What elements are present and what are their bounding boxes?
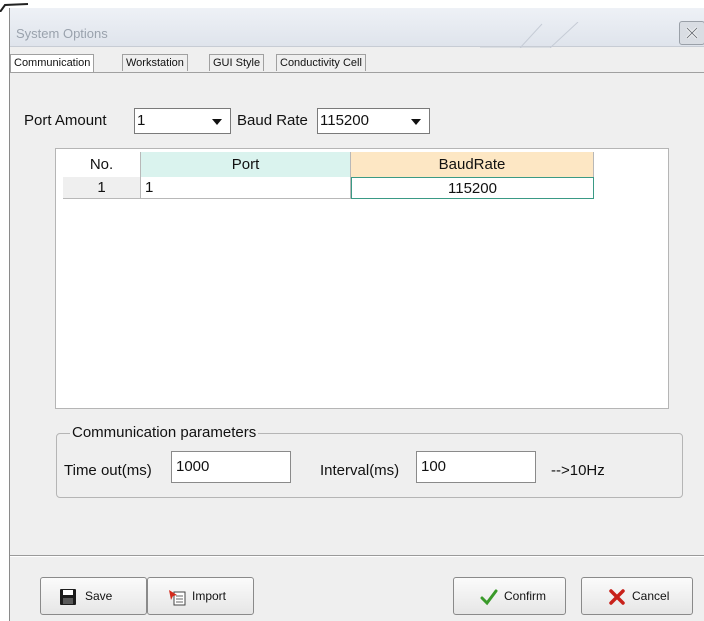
confirm-button[interactable]: Confirm — [453, 577, 566, 615]
grid-row-1-port[interactable]: 1 — [141, 177, 351, 199]
port-amount-value: 1 — [137, 112, 146, 129]
timeout-input[interactable]: 1000 — [171, 451, 291, 483]
interval-label: Interval(ms) — [320, 462, 400, 479]
interval-input[interactable]: 100 — [416, 451, 536, 483]
system-options-window: System Options Communication Workstation… — [9, 8, 704, 621]
save-button-label: Save — [85, 589, 113, 603]
port-amount-select[interactable]: 1 — [134, 108, 231, 134]
baud-rate-select[interactable]: 115200 — [317, 108, 430, 134]
close-icon — [686, 27, 698, 39]
port-amount-label: Port Amount — [24, 112, 107, 129]
title-decoration — [480, 22, 579, 48]
tab-workstation[interactable]: Workstation — [122, 54, 188, 71]
tab-workstation-label: Workstation — [126, 57, 184, 69]
grid-row-1-no[interactable]: 1 — [63, 177, 141, 199]
grid-header-baudrate[interactable]: BaudRate — [351, 152, 594, 177]
grid-header-port[interactable]: Port — [141, 152, 351, 177]
footer-divider-highlight — [10, 556, 704, 557]
save-button[interactable]: Save — [40, 577, 147, 615]
import-button[interactable]: Import — [147, 577, 254, 615]
tab-communication[interactable]: Communication — [10, 54, 95, 72]
grid-row-1-baudrate[interactable]: 115200 — [351, 177, 594, 199]
title-bar[interactable]: System Options — [10, 8, 704, 48]
chevron-down-icon — [212, 119, 222, 125]
tab-gui-style[interactable]: GUI Style — [209, 54, 265, 71]
tab-conductivity-cell[interactable]: Conductivity Cell — [276, 54, 366, 71]
tab-conductivity-cell-label: Conductivity Cell — [280, 57, 362, 69]
confirm-button-label: Confirm — [504, 589, 547, 603]
import-button-label: Import — [192, 589, 227, 603]
communication-parameters-title: Communication parameters — [70, 424, 259, 441]
cancel-button-label: Cancel — [632, 589, 670, 603]
close-button[interactable] — [679, 21, 704, 45]
tab-gui-style-label: GUI Style — [213, 57, 261, 69]
green-check-icon — [480, 589, 498, 606]
tab-bar: Communication Workstation GUI Style Cond… — [10, 54, 704, 73]
chevron-down-icon — [411, 119, 421, 125]
import-arrow-icon — [169, 590, 186, 606]
cancel-button[interactable]: Cancel — [581, 577, 693, 615]
baud-rate-label: Baud Rate — [237, 112, 308, 129]
frequency-text: -->10Hz — [551, 462, 605, 479]
baud-rate-value: 115200 — [320, 112, 369, 129]
red-x-icon — [609, 589, 625, 605]
port-grid[interactable]: No. Port BaudRate 1 1 115200 — [55, 148, 669, 409]
grid-header-no[interactable]: No. — [63, 152, 141, 177]
timeout-label: Time out(ms) — [64, 462, 152, 479]
tab-communication-label: Communication — [14, 57, 91, 69]
window-title: System Options — [16, 26, 108, 41]
floppy-disk-icon — [60, 589, 76, 605]
